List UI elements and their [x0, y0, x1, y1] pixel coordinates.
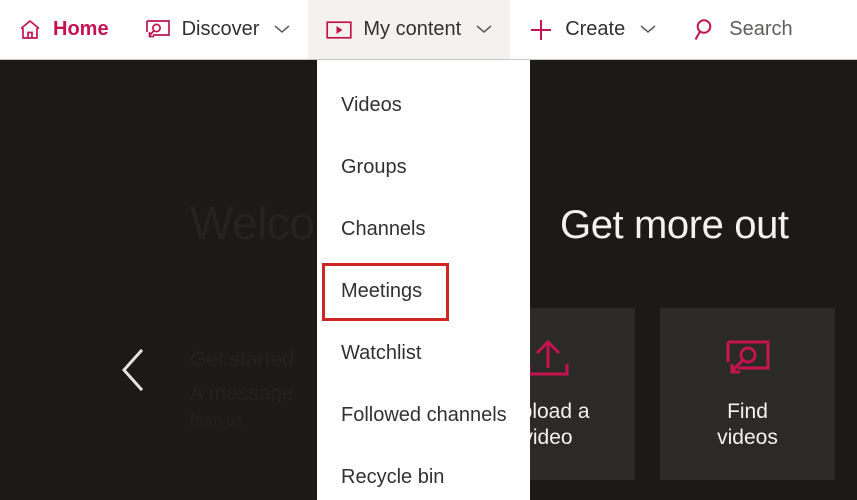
dropdown-item-channels[interactable]: Channels [317, 198, 530, 260]
dropdown-item-groups[interactable]: Groups [317, 136, 530, 198]
dropdown-item-followed-channels[interactable]: Followed channels [317, 384, 530, 446]
top-navigation-bar: Home Discover [0, 0, 857, 60]
chevron-down-icon [274, 21, 290, 39]
dropdown-item-label: Followed channels [341, 404, 507, 427]
dropdown-item-label: Videos [341, 94, 402, 117]
plus-icon [528, 17, 554, 43]
home-icon [18, 18, 42, 42]
video-portal-app: Welcome Get started A message from us Ge… [0, 0, 857, 500]
dropdown-item-label: Meetings [341, 280, 422, 303]
nav-item-home[interactable]: Home [0, 0, 127, 59]
dropdown-item-recycle-bin[interactable]: Recycle bin [317, 446, 530, 500]
search-label: Search [729, 18, 792, 41]
quick-action-card-list: Upload a video [530, 308, 857, 480]
carousel-previous-button[interactable] [108, 342, 156, 398]
hero-subtitle-line-3: from us [190, 412, 243, 430]
nav-item-create[interactable]: Create [510, 0, 674, 59]
panel-heading: Get more out [560, 203, 789, 248]
discover-icon [145, 19, 171, 41]
dropdown-item-watchlist[interactable]: Watchlist [317, 322, 530, 384]
card-label-line-1: Find [717, 399, 778, 425]
nav-item-label: Home [53, 18, 109, 41]
dropdown-item-meetings[interactable]: Meetings [317, 260, 530, 322]
hero-subtitle-line-1: Get started [190, 348, 294, 372]
nav-item-label: Create [565, 18, 625, 41]
search-button[interactable]: Search [674, 0, 810, 59]
dropdown-item-videos[interactable]: Videos [317, 74, 530, 136]
find-videos-icon [724, 338, 772, 383]
dropdown-item-label: Recycle bin [341, 466, 444, 489]
nav-item-label: Discover [182, 18, 260, 41]
card-label: Find videos [717, 399, 778, 450]
upload-icon [525, 338, 571, 383]
search-icon [692, 17, 718, 43]
dropdown-item-label: Watchlist [341, 342, 421, 365]
chevron-down-icon [476, 21, 492, 39]
card-label-line-2: videos [717, 425, 778, 451]
nav-item-discover[interactable]: Discover [127, 0, 309, 59]
my-content-dropdown-menu: Videos Groups Channels Meetings Watchlis… [317, 60, 530, 500]
nav-item-my-content[interactable]: My content [308, 0, 510, 59]
dropdown-item-label: Groups [341, 156, 407, 179]
chevron-down-icon [640, 21, 656, 39]
card-find-videos[interactable]: Find videos [660, 308, 835, 480]
dropdown-item-label: Channels [341, 218, 426, 241]
chevron-left-icon [119, 348, 145, 392]
get-more-panel: Get more out Upload a video [530, 120, 857, 500]
hero-subtitle-line-2: A message [190, 382, 294, 406]
nav-item-label: My content [363, 18, 461, 41]
my-content-icon [326, 20, 352, 40]
